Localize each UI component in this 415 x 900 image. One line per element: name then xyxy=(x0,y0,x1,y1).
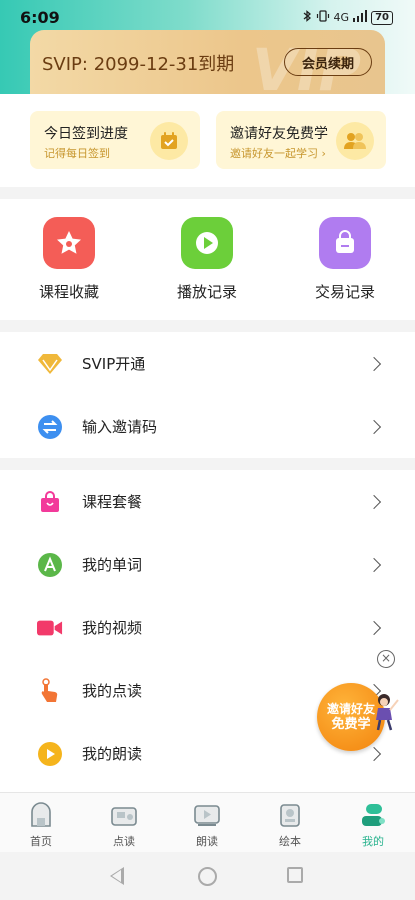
checkin-subtitle: 记得每日签到 xyxy=(44,147,110,160)
tab-label: 我的 xyxy=(362,835,384,848)
transactions-shortcut[interactable]: 交易记录 xyxy=(290,217,400,302)
girl-illustration-icon xyxy=(376,694,399,731)
status-time: 6:09 xyxy=(20,8,60,27)
picture-book-icon xyxy=(274,801,306,829)
invite-card[interactable]: 邀请好友免费学 邀请好友一起学习 › xyxy=(216,111,386,169)
calendar-check-icon xyxy=(150,122,188,160)
play-icon xyxy=(181,217,233,269)
menu-item-videos[interactable]: 我的视频 xyxy=(0,596,415,659)
chevron-right-icon xyxy=(366,356,382,371)
play-history-shortcut[interactable]: 播放记录 xyxy=(152,217,262,302)
video-camera-icon xyxy=(37,615,63,641)
tab-home[interactable]: 首页 xyxy=(11,801,71,849)
shopping-bag-icon xyxy=(37,489,63,515)
chevron-right-icon xyxy=(366,620,382,635)
svip-card: VIP SVIP: 2099-12-31到期 会员续期 xyxy=(30,30,385,94)
chevron-right-icon xyxy=(366,494,382,509)
menu-item-packages[interactable]: 课程套餐 xyxy=(0,470,415,533)
tab-label: 首页 xyxy=(30,835,52,848)
profile-icon xyxy=(357,801,389,829)
invite-title: 邀请好友免费学 xyxy=(230,126,328,142)
menu-label: 我的朗读 xyxy=(82,745,143,763)
diamond-icon xyxy=(37,351,63,377)
svip-expiry: SVIP: 2099-12-31到期 xyxy=(42,54,235,75)
system-navigation xyxy=(0,852,415,900)
invite-float-line1: 邀请好友 xyxy=(326,702,375,716)
recent-apps-icon[interactable] xyxy=(287,867,303,883)
invite-subtitle: 邀请好友一起学习 › xyxy=(230,147,326,160)
menu-label: 课程套餐 xyxy=(82,493,143,511)
home-circle-icon[interactable] xyxy=(198,867,217,886)
tab-point-read[interactable]: 点读 xyxy=(94,801,154,849)
play-circle-icon xyxy=(37,741,63,767)
renew-membership-button[interactable]: 会员续期 xyxy=(284,48,372,76)
vibrate-icon xyxy=(316,10,330,25)
signal-4g-icon: 4G xyxy=(333,11,350,24)
checkin-card[interactable]: 今日签到进度 记得每日签到 xyxy=(30,111,200,169)
menu-label: SVIP开通 xyxy=(82,355,146,373)
signal-bars-icon xyxy=(353,10,368,25)
header-area: 6:09 4G 70 VIP SVIP: 2099-12-31到期 会员续期 xyxy=(0,0,415,94)
favorites-shortcut[interactable]: 课程收藏 xyxy=(14,217,124,302)
back-icon[interactable] xyxy=(110,867,124,885)
status-bar: 6:09 4G 70 xyxy=(0,0,415,30)
menu-label: 我的视频 xyxy=(82,619,143,637)
bag-icon xyxy=(319,217,371,269)
bottom-tabbar: 首页 点读 朗读 绘本 我的 xyxy=(0,792,415,852)
play-history-label: 播放记录 xyxy=(176,283,237,301)
friends-icon xyxy=(336,122,374,160)
star-icon xyxy=(43,217,95,269)
status-icons: 4G 70 xyxy=(302,10,393,25)
quick-cards: 今日签到进度 记得每日签到 邀请好友免费学 邀请好友一起学习 › xyxy=(0,94,415,187)
pointing-hand-icon xyxy=(37,677,63,704)
read-point-icon xyxy=(108,801,140,829)
tab-label: 朗读 xyxy=(196,835,218,848)
battery-icon: 70 xyxy=(371,10,393,25)
invite-float-line2: 免费学 xyxy=(331,717,371,732)
chevron-right-icon xyxy=(366,419,382,434)
chevron-right-icon xyxy=(366,746,382,761)
read-aloud-icon xyxy=(191,801,223,829)
home-icon xyxy=(25,801,57,829)
checkin-title: 今日签到进度 xyxy=(44,126,128,142)
tab-label: 点读 xyxy=(113,835,135,848)
transactions-label: 交易记录 xyxy=(314,283,375,301)
chevron-right-icon xyxy=(366,557,382,572)
menu-item-invite-code[interactable]: 输入邀请码 xyxy=(0,395,415,458)
tab-label: 绘本 xyxy=(279,835,301,848)
shortcut-grid: 课程收藏 播放记录 交易记录 xyxy=(0,199,415,320)
menu-item-svip[interactable]: SVIP开通 xyxy=(0,332,415,395)
tab-picture-book[interactable]: 绘本 xyxy=(260,801,320,849)
letter-a-icon xyxy=(37,552,63,578)
menu-group-vip: SVIP开通 输入邀请码 xyxy=(0,332,415,458)
tab-profile[interactable]: 我的 xyxy=(343,801,403,849)
close-float-button[interactable]: × xyxy=(377,650,395,668)
menu-label: 我的单词 xyxy=(82,556,143,574)
exchange-icon xyxy=(37,414,63,440)
bluetooth-icon xyxy=(302,10,312,25)
favorites-label: 课程收藏 xyxy=(38,283,99,301)
menu-label: 输入邀请码 xyxy=(82,418,158,436)
tab-read-aloud[interactable]: 朗读 xyxy=(177,801,237,849)
menu-item-words[interactable]: 我的单词 xyxy=(0,533,415,596)
menu-label: 我的点读 xyxy=(82,682,143,700)
